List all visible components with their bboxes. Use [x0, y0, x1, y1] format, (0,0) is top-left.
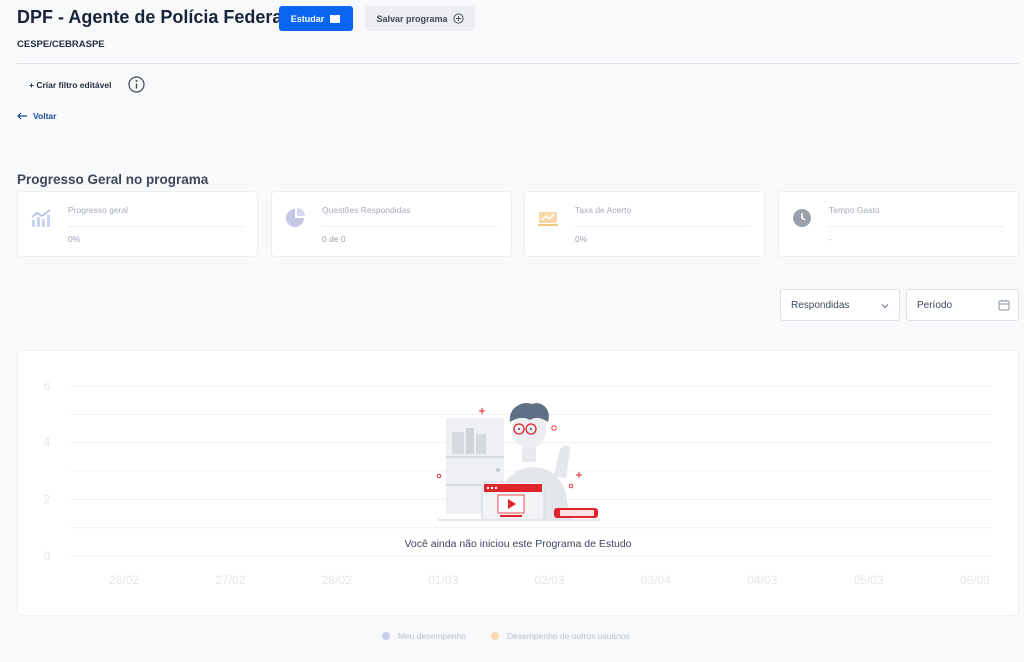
plus-circle-icon — [452, 13, 464, 24]
progress-section-title: Progresso Geral no programa — [17, 172, 209, 187]
study-button[interactable]: Estudar — [279, 6, 353, 31]
page-title: DPF - Agente de Polícia Federal — [17, 7, 288, 27]
x-tick-label: 04/03 — [747, 573, 777, 587]
chevron-down-icon — [881, 304, 889, 309]
card-label: Questões Respondidas — [322, 205, 411, 215]
card-value: - — [829, 234, 832, 244]
card-divider — [322, 226, 497, 227]
card-questions-answered: Questões Respondidas 0 de 0 — [271, 191, 512, 257]
study-button-label: Estudar — [290, 13, 325, 24]
trending-chart-icon — [31, 209, 51, 227]
x-tick-label: 27/02 — [215, 573, 245, 587]
period-date-field[interactable]: Período — [906, 289, 1019, 321]
x-tick-label: 28/02 — [322, 573, 352, 587]
divider — [17, 63, 1019, 64]
back-link[interactable]: Voltar — [17, 111, 56, 121]
save-program-button[interactable]: Salvar programa — [365, 6, 475, 31]
card-label: Progresso geral — [68, 205, 129, 215]
accuracy-chart-icon — [538, 212, 558, 226]
y-tick-label: 0 — [44, 549, 51, 563]
legend-label: Desempenho de outros usuários — [507, 631, 630, 641]
x-tick-label: 06/03 — [960, 573, 990, 587]
legend-dot — [491, 632, 499, 640]
card-label: Tempo Gasto — [829, 205, 880, 215]
y-tick-label: 4 — [44, 436, 51, 450]
y-tick-label: 2 — [44, 492, 51, 506]
book-icon — [330, 14, 341, 23]
empty-state-message: Você ainda não iniciou este Programa de … — [404, 538, 632, 550]
card-time-spent: Tempo Gasto - — [778, 191, 1019, 257]
card-label: Taxa de Acerto — [575, 205, 632, 215]
legend-label: Meu desempenho — [398, 631, 467, 641]
card-value: 0 de 0 — [322, 234, 346, 244]
empty-state-illustration — [436, 402, 600, 521]
x-tick-label: 05/03 — [854, 573, 884, 587]
card-divider — [829, 226, 1004, 227]
y-tick-label: 6 — [44, 379, 51, 393]
answered-select[interactable]: Respondidas — [780, 289, 900, 321]
card-value: 0% — [68, 234, 81, 244]
save-program-label: Salvar programa — [376, 13, 448, 24]
card-value: 0% — [575, 234, 588, 244]
create-filter-link[interactable]: + Criar filtro editável — [29, 80, 111, 90]
clock-icon — [793, 209, 811, 227]
pie-chart-icon — [286, 208, 305, 227]
card-divider — [68, 226, 243, 227]
info-icon[interactable] — [128, 76, 145, 93]
card-divider — [575, 226, 750, 227]
calendar-icon — [998, 300, 1010, 311]
x-tick-label: 02/03 — [534, 573, 564, 587]
legend-dot — [382, 632, 390, 640]
x-tick-label: 26/02 — [109, 573, 139, 587]
x-tick-label: 01/03 — [428, 573, 458, 587]
back-link-label: Voltar — [33, 111, 57, 121]
x-tick-label: 03/04 — [641, 573, 671, 587]
card-accuracy-rate: Taxa de Acerto 0% — [524, 191, 765, 257]
answered-select-value: Respondidas — [791, 299, 850, 311]
period-placeholder: Período — [917, 299, 953, 311]
arrow-left-icon — [17, 112, 27, 120]
card-overall-progress: Progresso geral 0% — [17, 191, 258, 257]
exam-board: CESPE/CEBRASPE — [17, 39, 105, 50]
legend-item-my-performance[interactable]: Meu desempenho — [382, 631, 466, 641]
legend-item-other-users[interactable]: Desempenho de outros usuários — [491, 631, 630, 641]
